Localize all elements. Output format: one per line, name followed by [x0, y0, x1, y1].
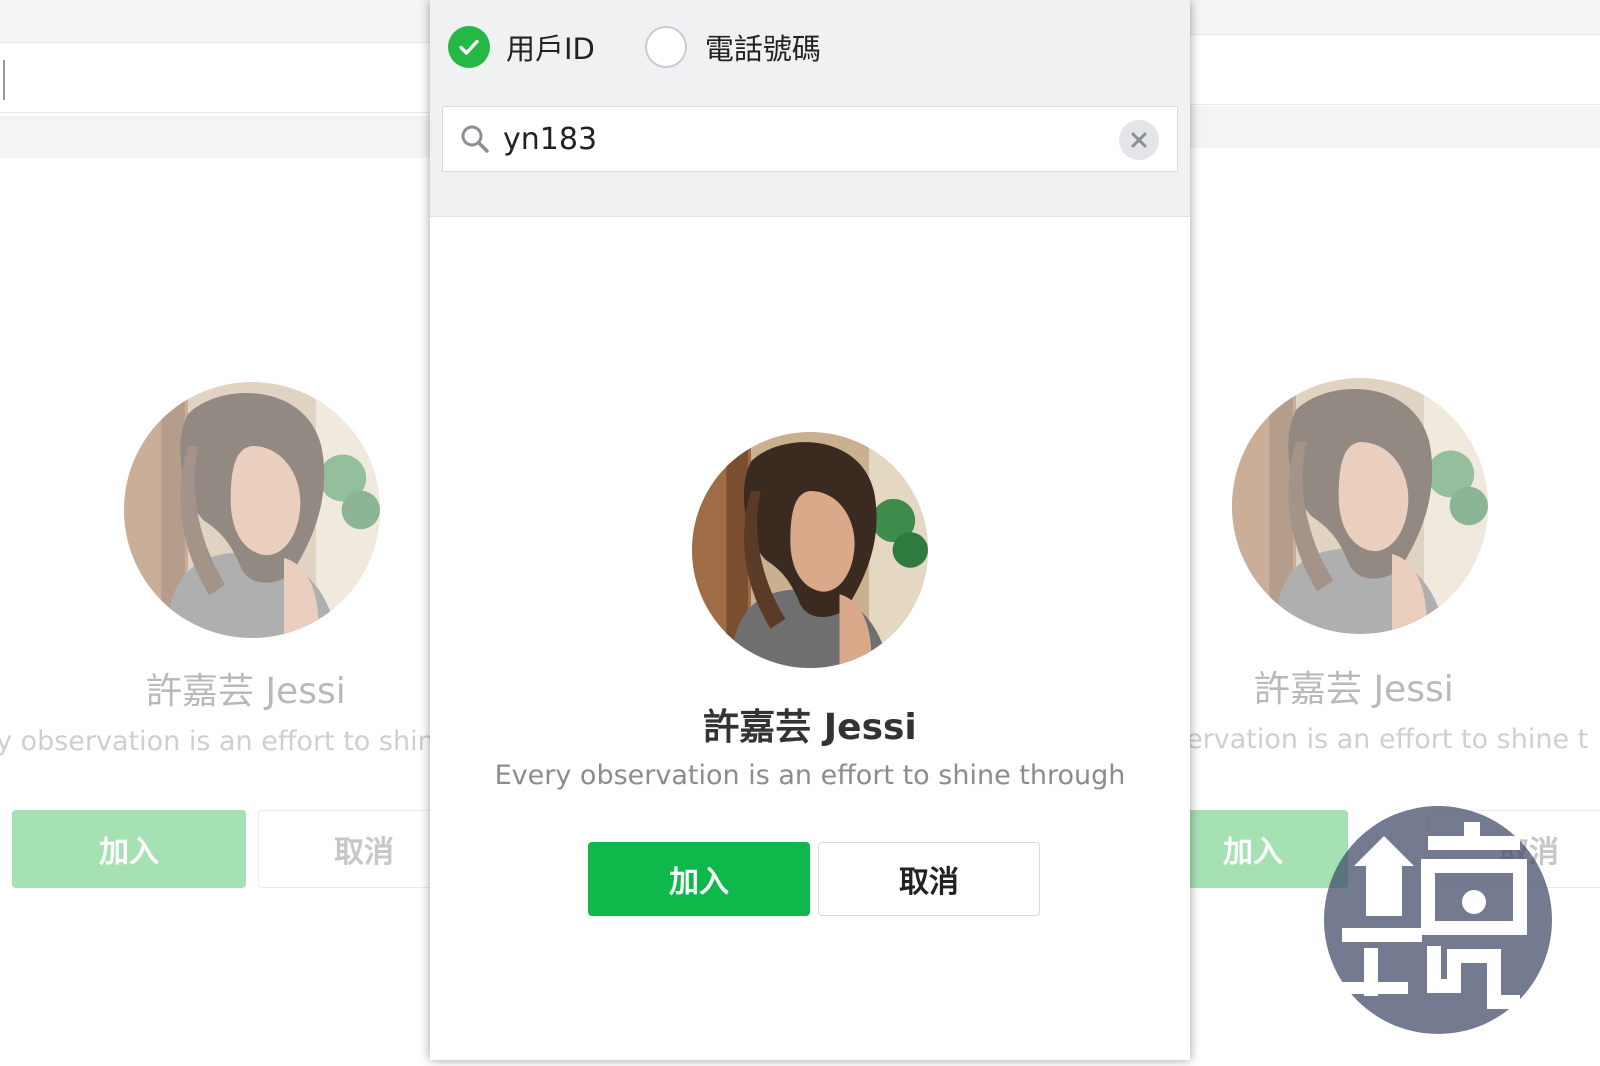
- background-avatar: [124, 382, 380, 638]
- background-caret: [3, 60, 5, 100]
- background-topbar: [0, 0, 430, 43]
- add-friend-dialog: 用戶ID 電話號碼 許嘉芸: [430, 0, 1190, 1060]
- checkmark-icon: [448, 26, 490, 68]
- radio-unchecked-icon: [644, 26, 687, 68]
- search-type-selector: 用戶ID 電話號碼: [448, 26, 821, 68]
- radio-user-id-label: 用戶ID: [506, 32, 595, 66]
- status-message: Every observation is an effort to shine …: [494, 760, 1126, 791]
- background-strip: [1188, 106, 1600, 148]
- search-header: 用戶ID 電話號碼: [430, 0, 1190, 217]
- background-user-name: 許嘉芸 Jessi: [1254, 669, 1454, 710]
- background-topbar: [1188, 0, 1600, 35]
- background-status-message: servation is an effort to shine t: [1188, 724, 1589, 755]
- magnifier-icon: [459, 123, 491, 155]
- user-name: 許嘉芸 Jessi: [703, 707, 917, 748]
- background-cancel-button: 取消: [258, 810, 430, 888]
- background-input: [0, 44, 430, 113]
- add-button[interactable]: 加入: [588, 842, 810, 916]
- radio-user-id[interactable]: 用戶ID: [448, 26, 595, 68]
- search-box[interactable]: [442, 106, 1178, 172]
- cancel-button[interactable]: 取消: [818, 842, 1040, 916]
- radio-phone-number-label: 電話號碼: [704, 32, 821, 66]
- radio-phone-number[interactable]: 電話號碼: [644, 26, 821, 68]
- watermark-logo: [1324, 806, 1552, 1034]
- search-input[interactable]: [501, 120, 1065, 158]
- background-user-name: 許嘉芸 Jessi: [146, 671, 346, 712]
- background-status-message: y observation is an effort to shin: [0, 726, 430, 757]
- background-input: [1188, 36, 1600, 105]
- background-strip: [0, 116, 430, 158]
- close-icon[interactable]: [1119, 120, 1159, 160]
- avatar: [692, 432, 928, 668]
- background-left-panel: 許嘉芸 Jessi y observation is an effort to …: [0, 0, 430, 1066]
- background-add-button: 加入: [12, 810, 246, 888]
- background-avatar: [1232, 378, 1488, 634]
